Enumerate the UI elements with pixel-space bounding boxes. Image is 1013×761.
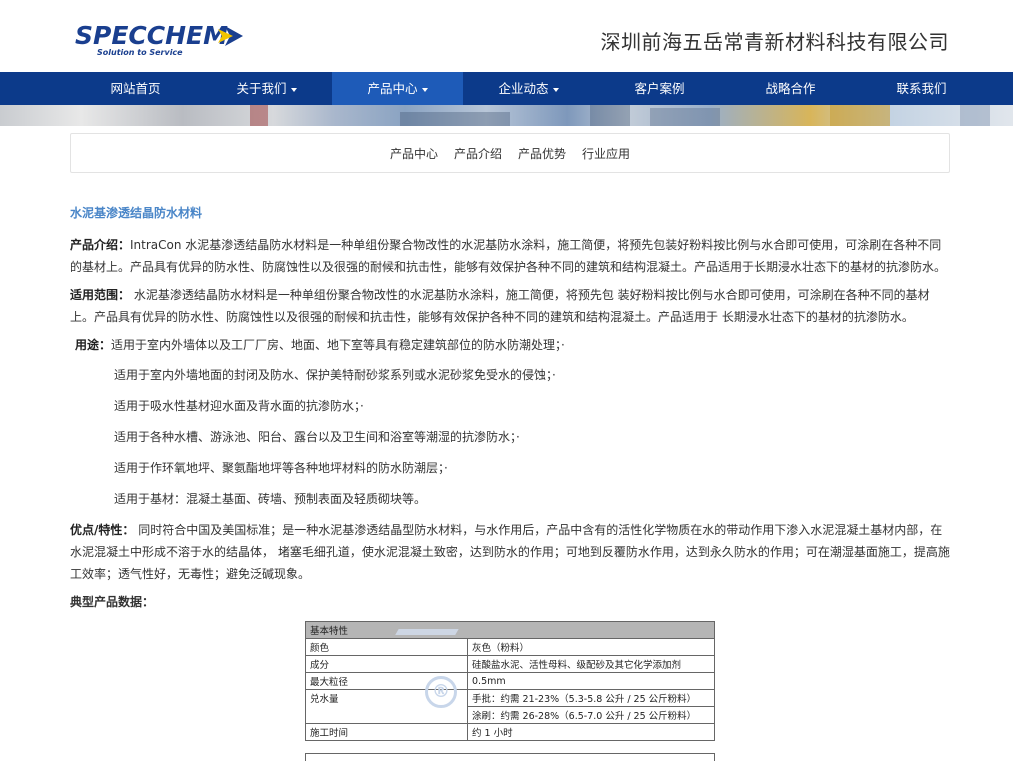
chevron-down-icon [552,87,559,92]
banner-image [0,105,1013,126]
page-title: 水泥基渗透结晶防水材料 [70,206,203,220]
table-value: 硅酸盐水泥、活性母料、级配砂及其它化学添加剂 [467,655,715,673]
spec-table: 基本特性 颜色 灰色（粉料） 成分 硅酸盐水泥、活性母料、级配砂及其它化学添加剂 最… [305,621,715,741]
nav-home[interactable]: 网站首页 [70,72,201,105]
nav-about[interactable]: 关于我们 [201,72,332,105]
scope-text: 水泥基渗透结晶防水材料是一种单组份聚合物改性的水泥基防水涂料，施工简便，将预先包… [70,288,930,324]
chevron-down-icon [290,87,297,92]
main-nav: 网站首页 关于我们 产品中心 企业动态 客户案例 战略合作 联系我们 [0,72,1013,105]
subnav-industry-applications[interactable]: 行业应用 [582,145,630,162]
registered-watermark-icon: ® [425,676,457,708]
nav-cases-label: 客户案例 [634,81,685,96]
logo-text: SPECCHEM [75,21,228,50]
nav-products-label: 产品中心 [367,81,418,96]
table-row: 施工时间约 1 小时 [305,723,715,741]
main-content: 水泥基渗透结晶防水材料 产品介绍：IntraCon 水泥基渗透结晶防水材料是一种… [70,196,950,619]
table-value: 0.5mm [467,672,715,690]
use-first: 适用于室内外墙体以及工厂厂房、地面、地下室等具有稳定建筑部位的防水防潮处理；· [111,338,565,352]
nav-contact[interactable]: 联系我们 [856,72,987,105]
scope-label: 适用范围： [70,288,131,302]
spec-table-container: ® 基本特性 颜色 灰色（粉料） 成分 硅酸盐水泥、活性母料、级配砂及其它化学添加剂… [305,621,715,741]
logo-tagline: Solution to Service [97,48,183,57]
intro-label: 产品介绍： [70,238,131,252]
table-value: 涂刷：约需 26-28%（6.5-7.0 公升 / 25 公斤粉料） [467,706,715,724]
typical-data-label: 典型产品数据： [70,595,155,609]
advantages-label: 优点/特性： [70,523,135,537]
use-item: 适用于吸水性基材迎水面及背水面的抗渗防水；· [114,399,364,413]
table-value: 灰色（粉料） [467,638,715,656]
specchem-logo[interactable]: SPECCHEM Solution to Service [75,20,245,60]
table-row: 最大粒径 0.5mm [305,672,715,690]
table-header-cell: 基本特性 [305,621,715,639]
intro-paragraph: 产品介绍：IntraCon 水泥基渗透结晶防水材料是一种单组份聚合物改性的水泥基… [70,234,950,278]
subnav-product-advantages[interactable]: 产品优势 [518,145,566,162]
nav-products[interactable]: 产品中心 [332,72,463,105]
table-key: 施工时间 [305,723,468,741]
use-label: 用途： [75,338,112,352]
site-header: SPECCHEM Solution to Service 深圳前海五岳常青新材料… [0,0,1013,72]
nav-partners[interactable]: 战略合作 [725,72,856,105]
use-item: 适用于基材：混凝土基面、砖墙、预制表面及轻质砌块等。 [114,492,427,506]
subnav-product-center[interactable]: 产品中心 [390,145,438,162]
intro-text: IntraCon 水泥基渗透结晶防水材料是一种单组份聚合物改性的水泥基防水涂料，… [70,238,947,274]
nav-contact-label: 联系我们 [896,81,947,96]
subnav-product-intro[interactable]: 产品介绍 [454,145,502,162]
nav-about-label: 关于我们 [236,81,287,96]
advantages-text: 同时符合中国及美国标准；是一种水泥基渗透结晶型防水材料，与水作用后，产品中含有的… [70,523,950,581]
table-header-row: 基本特性 [305,621,715,639]
table-row: 颜色 灰色（粉料） [305,638,715,656]
use-item: 适用于室内外墙地面的封闭及防水、保护美特耐砂浆系列或水泥砂浆免受水的侵蚀；· [114,368,556,382]
table-row: 兑水量 手批：约需 21-23%（5.3-5.8 公升 / 25 公斤粉料） [305,689,715,724]
spec-table-2-partial [305,753,715,761]
use-item: 适用于作环氧地坪、聚氨酯地坪等各种地坪材料的防水防潮层；· [114,461,448,475]
scope-paragraph: 适用范围： 水泥基渗透结晶防水材料是一种单组份聚合物改性的水泥基防水涂料，施工简… [70,284,950,328]
company-name: 深圳前海五岳常青新材料科技有限公司 [600,30,949,54]
chevron-down-icon [421,87,428,92]
nav-home-label: 网站首页 [110,81,161,96]
table-value: 约 1 小时 [467,723,715,741]
advantages-paragraph: 优点/特性： 同时符合中国及美国标准；是一种水泥基渗透结晶型防水材料，与水作用后… [70,519,950,585]
nav-news[interactable]: 企业动态 [463,72,594,105]
use-item: 适用于各种水槽、游泳池、阳台、露台以及卫生间和浴室等潮湿的抗渗防水；· [114,430,520,444]
table-row: 成分 硅酸盐水泥、活性母料、级配砂及其它化学添加剂 [305,655,715,673]
use-paragraph: 用途：适用于室内外墙体以及工厂厂房、地面、地下室等具有稳定建筑部位的防水防潮处理… [75,334,950,356]
table-value: 手批：约需 21-23%（5.3-5.8 公升 / 25 公斤粉料） [467,689,715,707]
nav-news-label: 企业动态 [498,81,549,96]
nav-partners-label: 战略合作 [765,81,816,96]
sub-nav: 产品中心 产品介绍 产品优势 行业应用 [70,133,950,173]
nav-cases[interactable]: 客户案例 [594,72,725,105]
